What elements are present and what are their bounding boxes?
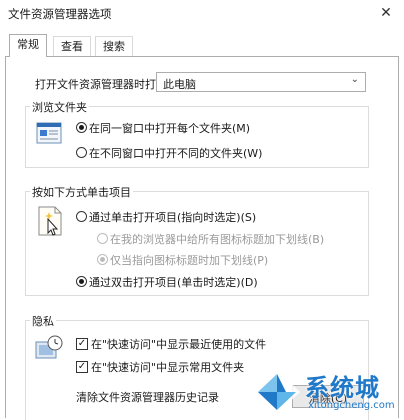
option-new-window[interactable]: 在不同窗口中打开不同的文件夹(W) [89,145,262,161]
privacy-clock-icon [34,334,64,365]
option-recent-files[interactable]: 在"快速访问"中显示最近使用的文件 [91,336,266,352]
open-with-label: 打开文件资源管理器时打开: [35,78,171,91]
radio-underline-all [97,233,108,244]
watermark-logo-icon [254,370,300,414]
radio-single-click[interactable] [76,211,87,222]
option-same-window[interactable]: 在同一窗口中打开每个文件夹(M) [89,120,250,136]
clear-history-label: 清除文件资源管理器历史记录 [76,391,219,404]
browse-folders-legend: 浏览文件夹 [30,99,89,115]
radio-new-window[interactable] [76,147,87,158]
tab-general[interactable]: 常规 [9,34,47,57]
open-with-select[interactable]: 此电脑 ⌄ [156,72,366,92]
radio-underline-hover [97,254,108,265]
radio-double-click[interactable] [76,276,87,287]
radio-same-window[interactable] [76,122,87,133]
tab-strip: 常规 查看 搜索 [5,34,399,57]
title-bar: 文件资源管理器选项 ✕ [0,0,404,27]
checkbox-recent-files[interactable]: ✓ [76,338,88,350]
watermark-url: xitongcheng.com [308,400,395,411]
open-with-value: 此电脑 [163,78,196,91]
click-items-legend: 按如下方式单击项目 [30,184,133,200]
option-single-click[interactable]: 通过单击打开项目(指向时选定)(S) [89,209,256,225]
tab-view[interactable]: 查看 [53,36,91,56]
chevron-down-icon: ⌄ [350,74,359,85]
option-frequent-folders[interactable]: 在"快速访问"中显示常用文件夹 [91,359,244,375]
watermark-brand: 系统城 [305,374,380,402]
checkbox-frequent-folders[interactable]: ✓ [76,361,88,373]
folder-window-icon [36,122,62,147]
close-icon[interactable]: ✕ [376,3,396,23]
click-pointer-icon [36,205,66,242]
privacy-legend: 隐私 [30,313,56,329]
option-underline-all: 在我的浏览器中给所有图标标题加下划线(B) [110,233,325,246]
window-title: 文件资源管理器选项 [8,7,112,21]
site-watermark: 系统城 xitongcheng.com [250,364,404,418]
option-underline-hover: 仅当指向图标标题时加下划线(P) [110,254,269,267]
tab-search[interactable]: 搜索 [95,36,133,56]
option-double-click[interactable]: 通过双击打开项目(单击时选定)(D) [89,274,258,290]
